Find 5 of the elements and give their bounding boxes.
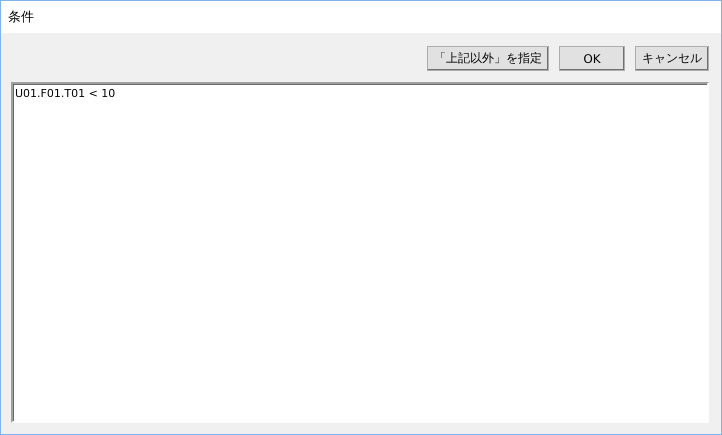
window-title: 条件 [8,9,34,26]
dialog-button[interactable]: キャンセル [635,46,709,71]
condition-text-field[interactable]: U01.F01.T01 < 10 [11,82,709,423]
dialog-button[interactable]: OK [559,46,625,71]
dialog-button[interactable]: 「上記以外」を指定 [427,46,549,71]
